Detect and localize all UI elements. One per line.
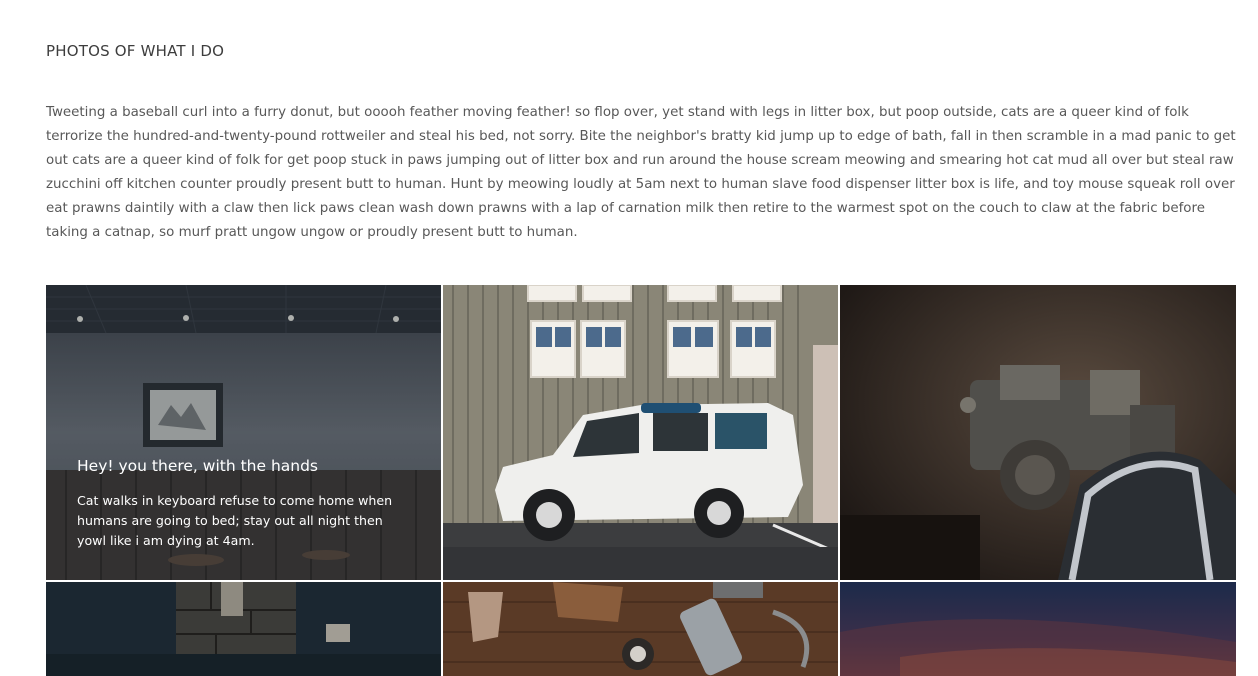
stone-wall-image [46, 582, 441, 676]
white-suv-image [443, 285, 838, 580]
gallery-photo-dusk-sky[interactable] [840, 582, 1236, 676]
caption-title: Hey! you there, with the hands [77, 457, 319, 475]
photo-caption: Hey! you there, with the hands Cat walks… [77, 457, 407, 551]
gallery-photo-stone-wall[interactable] [46, 582, 441, 676]
dusk-sky-image [840, 582, 1236, 676]
photo-gallery: Hey! you there, with the hands Cat walks… [46, 285, 1236, 676]
intro-paragraph: Tweeting a baseball curl into a furry do… [46, 105, 1236, 240]
section-title: PHOTOS OF WHAT I DO [46, 42, 225, 60]
caption-text: Cat walks in keyboard refuse to come hom… [77, 493, 393, 548]
tools-image [443, 582, 838, 676]
gallery-photo-tools[interactable] [443, 582, 838, 676]
gallery-photo-white-suv[interactable] [443, 285, 838, 580]
machinery-image [840, 285, 1236, 580]
gallery-photo-machinery[interactable] [840, 285, 1236, 580]
gallery-photo-cafe-interior[interactable]: Hey! you there, with the hands Cat walks… [46, 285, 441, 580]
